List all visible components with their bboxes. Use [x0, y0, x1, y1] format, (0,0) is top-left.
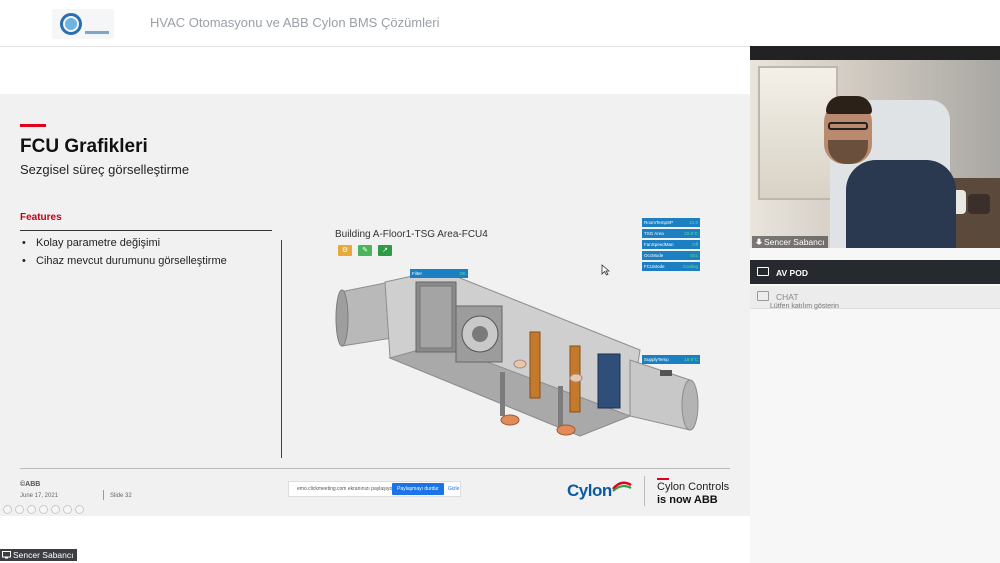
- video-header: [750, 46, 1000, 60]
- slide-number: Slide 32: [110, 493, 132, 499]
- presenter-name-badge: Sencer Sabancı: [0, 549, 78, 561]
- grid-icon[interactable]: [63, 505, 72, 514]
- graphic-title: Building A-Floor1-TSG Area-FCU4: [335, 229, 488, 240]
- features-heading: Features: [20, 212, 62, 223]
- slide-controls: [3, 505, 84, 514]
- pen-icon[interactable]: [27, 505, 36, 514]
- brand-separator: [644, 476, 645, 506]
- trend-button[interactable]: ↗: [378, 245, 392, 256]
- zoom-icon[interactable]: [51, 505, 60, 514]
- slide-title: FCU Grafikleri: [20, 136, 148, 157]
- video-name-label: Sencer Sabancı: [752, 236, 829, 248]
- cylon-logo: Cylon: [567, 481, 612, 500]
- status-row[interactable]: TSG Area 22.6°C: [642, 229, 700, 238]
- chat-message-snippet: Lütfen katılım gösterin: [770, 303, 839, 310]
- chat-icon: [757, 291, 769, 301]
- next-slide-icon[interactable]: [15, 505, 24, 514]
- hide-share-bar-link[interactable]: Gizle: [448, 486, 459, 492]
- av-pod-label: AV POD: [776, 268, 808, 278]
- status-row[interactable]: FCUMode Cooling: [642, 262, 700, 271]
- chat-label: CHAT: [776, 292, 799, 302]
- brand-line-2: is now ABB: [657, 494, 718, 506]
- edit-button[interactable]: ✎: [358, 245, 372, 256]
- stop-sharing-button[interactable]: Paylaşmayı durdur: [392, 483, 444, 495]
- prev-slide-icon[interactable]: [3, 505, 12, 514]
- microphone-icon: [756, 238, 762, 244]
- filter-status-tag[interactable]: Filter OK: [410, 269, 468, 278]
- feature-bullet: • Kolay parametre değişimi: [22, 237, 161, 249]
- presenter-video[interactable]: [750, 60, 1000, 248]
- screen-share-icon: [2, 551, 11, 559]
- meeting-title: HVAC Otomasyonu ve ABB Cylon BMS Çözümle…: [150, 15, 440, 30]
- brand-line-1: Cylon Controls: [657, 481, 730, 493]
- organization-logo: [52, 9, 114, 39]
- feature-bullet: • Cihaz mevcut durumunu görselleştirme: [22, 255, 227, 267]
- status-row[interactable]: RoomTempSP 21.0: [642, 218, 700, 227]
- features-divider: [20, 230, 272, 231]
- slide-subtitle: Sezgisel süreç görselleştirme: [20, 162, 190, 177]
- slide-date: June 17, 2021: [20, 493, 59, 499]
- override-button[interactable]: ⚙: [338, 245, 352, 256]
- status-panel: RoomTempSP 21.0 TSG Area 22.6°C FanSpeedMa…: [642, 218, 700, 273]
- footer-separator: [103, 490, 104, 500]
- fcu-illustration: [335, 269, 699, 437]
- more-icon[interactable]: [75, 505, 84, 514]
- title-accent-bar: [20, 124, 46, 127]
- cylon-swoosh-icon: [612, 481, 632, 492]
- presenter-strip: [0, 518, 750, 563]
- status-row[interactable]: OccMode Occ: [642, 251, 700, 260]
- screen-share-text: emo.clickmeeting.com ekranınızı paylaşıy…: [297, 486, 396, 492]
- supply-temp-tag[interactable]: SupplyTemp 18.9°C: [642, 355, 700, 364]
- status-row[interactable]: FanSpeedMan Off: [642, 240, 700, 249]
- copyright-text: ©ABB: [20, 481, 41, 488]
- pointer-icon[interactable]: [39, 505, 48, 514]
- vertical-divider: [281, 240, 282, 458]
- video-camera-icon: [757, 267, 769, 276]
- footer-divider: [20, 468, 730, 469]
- mouse-cursor-icon: [601, 264, 610, 276]
- brand-accent-bar: [657, 478, 669, 480]
